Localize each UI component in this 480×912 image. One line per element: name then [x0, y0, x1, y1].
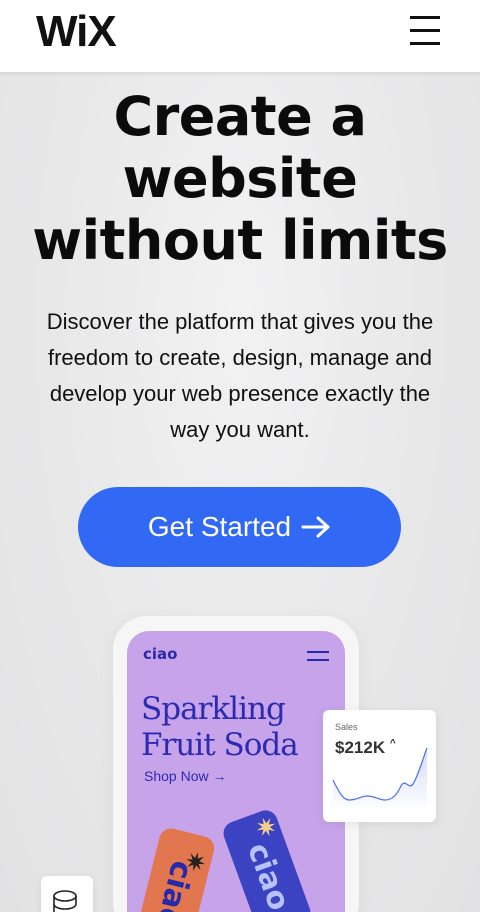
menu-line — [307, 659, 329, 661]
preview-menu-icon — [307, 651, 329, 663]
promo-line: Sparkling — [141, 691, 286, 727]
soda-can-orange: ciao ✷ — [133, 826, 217, 912]
site-header: WiX — [0, 0, 480, 72]
wix-logo[interactable]: WiX — [36, 10, 117, 54]
arrow-right-icon — [301, 511, 331, 543]
wix-landing-page: WiX Create a website without limits Disc… — [0, 0, 480, 912]
hero-subtitle: Discover the platform that gives you the… — [46, 309, 434, 442]
menu-button[interactable] — [410, 16, 442, 46]
database-widget — [41, 876, 93, 912]
menu-line — [410, 16, 440, 19]
hero-title-line: Create a — [113, 85, 367, 148]
hero-title-line: without limits — [32, 209, 448, 272]
preview-promo-heading: Sparkling Fruit Soda — [141, 691, 299, 763]
promo-line: Fruit Soda — [141, 727, 299, 763]
preview-shop-link: Shop Now → — [144, 768, 227, 784]
menu-line — [307, 651, 329, 653]
star-icon: ✷ — [250, 809, 282, 846]
chart-area — [333, 748, 427, 810]
sales-trend-chart — [332, 747, 428, 810]
hero-title: Create a website without limits — [0, 86, 480, 272]
database-icon — [53, 890, 77, 912]
sales-widget: Sales $212K ^ — [323, 710, 436, 822]
hero-title-line: website — [122, 147, 358, 210]
can-label: ciao — [240, 838, 297, 912]
star-icon: ✷ — [181, 844, 210, 880]
get-started-label: Get Started — [147, 511, 292, 542]
soda-can-blue: ciao ✷ — [220, 807, 314, 912]
phone-screen: ciao Sparkling Fruit Soda Shop Now → cia… — [127, 631, 345, 912]
menu-line — [410, 29, 440, 32]
preview-brand-logo: ciao — [143, 645, 178, 663]
menu-line — [410, 42, 440, 45]
sales-label: Sales — [335, 722, 358, 732]
get-started-button[interactable]: Get Started — [78, 487, 401, 567]
